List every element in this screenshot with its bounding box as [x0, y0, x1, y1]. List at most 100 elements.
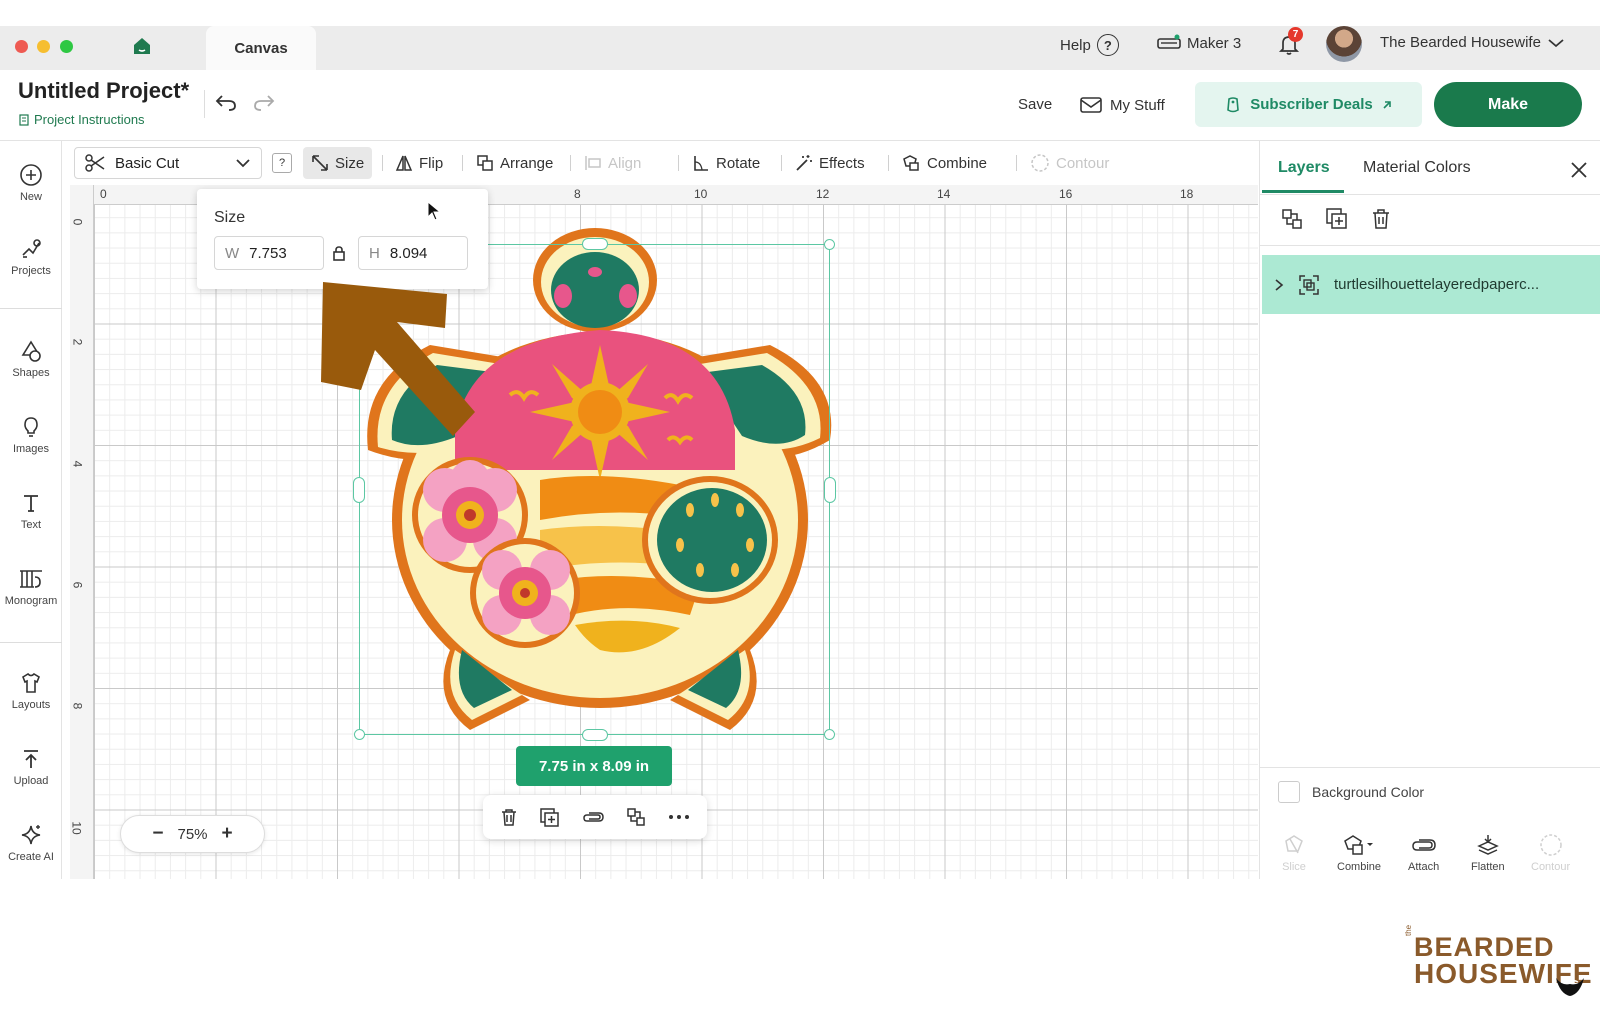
sidebar-item-new[interactable]: New	[0, 163, 62, 203]
window-zoom-button[interactable]	[60, 40, 73, 53]
rotate-label: Rotate	[716, 154, 761, 172]
zoom-in-button[interactable]: +	[222, 823, 233, 845]
arrange-label: Arrange	[500, 154, 554, 172]
attach-icon[interactable]	[581, 807, 605, 827]
align-button[interactable]: Align	[576, 147, 649, 179]
undo-icon[interactable]	[214, 92, 238, 112]
operation-help-button[interactable]: ?	[272, 153, 292, 173]
slice-button[interactable]: Slice	[1282, 833, 1306, 873]
lock-icon[interactable]	[332, 245, 346, 261]
zoom-level: 75%	[177, 825, 208, 843]
save-button[interactable]: Save	[1018, 96, 1052, 113]
layouts-icon	[22, 672, 40, 693]
resize-handle[interactable]	[824, 729, 835, 740]
rotate-icon	[694, 156, 708, 171]
avatar[interactable]	[1326, 26, 1362, 62]
sidebar-item-text[interactable]: Text	[0, 491, 62, 531]
resize-handle[interactable]	[582, 238, 608, 250]
sidebar-item-projects[interactable]: Projects	[0, 237, 62, 277]
window-close-button[interactable]	[15, 40, 28, 53]
toolbar-divider	[781, 155, 782, 171]
flip-button[interactable]: Flip	[387, 147, 451, 179]
sidebar-item-create-ai[interactable]: Create AI	[0, 823, 62, 863]
ruler-tick: 16	[1059, 187, 1073, 201]
flatten-label: Flatten	[1471, 861, 1505, 873]
sidebar-item-label: Images	[12, 443, 50, 455]
tab-canvas[interactable]: Canvas	[206, 26, 316, 70]
redo-icon[interactable]	[252, 92, 276, 112]
duplicate-icon[interactable]	[539, 807, 561, 827]
beard-icon	[1556, 978, 1584, 996]
duplicate-icon[interactable]	[1325, 207, 1349, 231]
width-field[interactable]: W 7.753	[214, 236, 324, 270]
my-stuff-label: My Stuff	[1110, 96, 1165, 114]
resize-handle[interactable]	[353, 477, 365, 503]
effects-button[interactable]: Effects	[787, 147, 873, 179]
project-title[interactable]: Untitled Project*	[18, 78, 189, 104]
combine-icon	[903, 155, 919, 171]
tab-layers[interactable]: Layers	[1278, 159, 1330, 177]
sidebar-item-upload[interactable]: Upload	[0, 747, 62, 787]
sparkle-icon	[21, 825, 41, 845]
arrange-button[interactable]: Arrange	[468, 147, 561, 179]
group-icon[interactable]	[625, 806, 647, 828]
dimensions-badge: 7.75 in x 8.09 in	[516, 746, 672, 786]
trash-icon[interactable]	[499, 807, 519, 827]
attach-button[interactable]: Attach	[1408, 833, 1439, 873]
background-color-checkbox[interactable]	[1278, 781, 1300, 803]
resize-handle[interactable]	[824, 477, 836, 503]
home-icon[interactable]	[132, 36, 152, 56]
trash-icon[interactable]	[1370, 207, 1392, 231]
chevron-down-icon	[236, 159, 250, 168]
combine-panel-button[interactable]: Combine	[1337, 833, 1381, 873]
background-color-toggle[interactable]: Background Color	[1278, 781, 1424, 803]
resize-handle[interactable]	[582, 729, 608, 741]
layer-name: turtlesilhouettelayeredpaperc...	[1334, 276, 1540, 293]
layer-group-icon	[1299, 274, 1319, 295]
combine-button[interactable]: Combine	[893, 147, 995, 179]
project-instructions-link[interactable]: Project Instructions	[18, 112, 145, 127]
watermark-logo: the BEARDED HOUSEWIFE	[1404, 925, 1593, 996]
more-icon[interactable]	[667, 807, 691, 827]
contour-label: Contour	[1056, 154, 1110, 172]
flip-icon	[395, 155, 413, 171]
contour-panel-button[interactable]: Contour	[1531, 833, 1570, 873]
contour-button[interactable]: Contour	[1022, 147, 1117, 179]
sidebar-item-shapes[interactable]: Shapes	[0, 339, 62, 379]
sidebar-item-label: Monogram	[4, 595, 58, 607]
width-value: 7.753	[249, 244, 287, 262]
window-minimize-button[interactable]	[37, 40, 50, 53]
document-icon	[19, 113, 29, 126]
layer-item[interactable]: turtlesilhouettelayeredpaperc...	[1262, 255, 1600, 314]
group-icon[interactable]	[1280, 207, 1304, 231]
account-menu[interactable]: The Bearded Housewife	[1380, 34, 1565, 51]
chevron-right-icon[interactable]	[1274, 278, 1284, 292]
make-button[interactable]: Make	[1434, 82, 1582, 127]
sidebar-item-label: Upload	[13, 775, 49, 787]
machine-label: Maker 3	[1187, 34, 1242, 52]
close-icon[interactable]	[1570, 161, 1588, 179]
plus-circle-icon	[20, 164, 42, 186]
size-button[interactable]: Size	[303, 147, 373, 179]
subscriber-deals-button[interactable]: Subscriber Deals	[1195, 82, 1422, 127]
operation-dropdown[interactable]: Basic Cut	[74, 147, 262, 179]
zoom-out-button[interactable]: −	[152, 823, 163, 845]
rotate-button[interactable]: Rotate	[684, 147, 768, 179]
sidebar-item-monogram[interactable]: Monogram	[0, 567, 62, 607]
tab-material-colors[interactable]: Material Colors	[1363, 159, 1471, 177]
help-button[interactable]: Help ?	[1060, 34, 1119, 56]
machine-selector[interactable]: Maker 3	[1157, 34, 1241, 52]
resize-handle[interactable]	[824, 239, 835, 250]
divider	[204, 90, 205, 118]
sidebar-item-layouts[interactable]: Layouts	[0, 671, 62, 711]
resize-handle[interactable]	[354, 729, 365, 740]
flatten-button[interactable]: Flatten	[1471, 833, 1505, 873]
zoom-control: − 75% +	[120, 815, 265, 853]
slice-label: Slice	[1282, 861, 1306, 873]
sidebar-item-images[interactable]: Images	[0, 415, 62, 455]
combine-icon	[1344, 835, 1374, 855]
my-stuff-button[interactable]: My Stuff	[1080, 96, 1165, 114]
height-field[interactable]: H 8.094	[358, 236, 468, 270]
object-quick-actions	[483, 795, 707, 839]
background-color-label: Background Color	[1312, 784, 1425, 800]
